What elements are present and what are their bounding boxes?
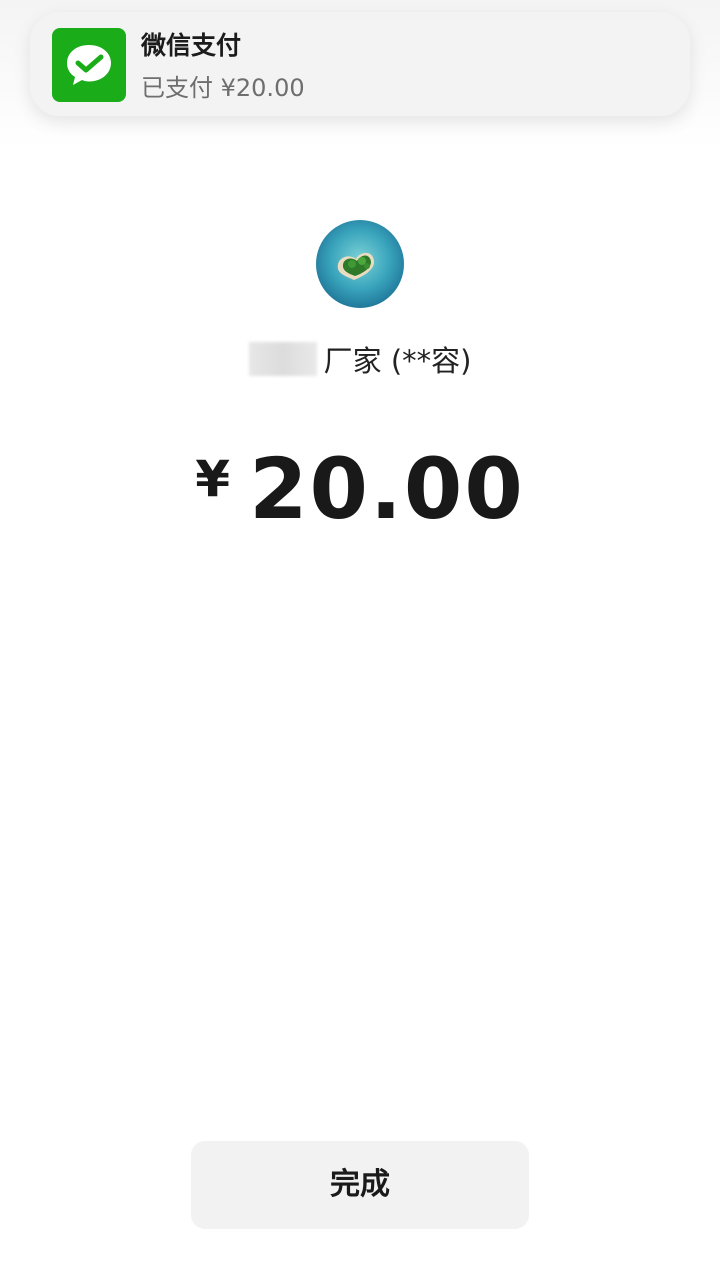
redacted-merchant-prefix (248, 342, 317, 376)
amount-value: 20.00 (249, 440, 525, 538)
done-button[interactable]: 完成 (191, 1141, 529, 1229)
payment-notification[interactable]: 微信支付 已支付 ¥20.00 (30, 12, 690, 116)
merchant-avatar (316, 220, 404, 308)
notification-title: 微信支付 (141, 31, 242, 60)
merchant-row: 厂家 (**容) (0, 338, 720, 382)
merchant-name: 厂家 (**容) (323, 344, 472, 378)
payment-amount: ¥ 20.00 (0, 440, 720, 540)
notification-message: 已支付 ¥20.00 (141, 74, 305, 102)
notification-area: 微信支付 已支付 ¥20.00 (0, 0, 720, 150)
currency-symbol: ¥ (195, 450, 230, 508)
wechat-pay-icon (52, 28, 126, 102)
